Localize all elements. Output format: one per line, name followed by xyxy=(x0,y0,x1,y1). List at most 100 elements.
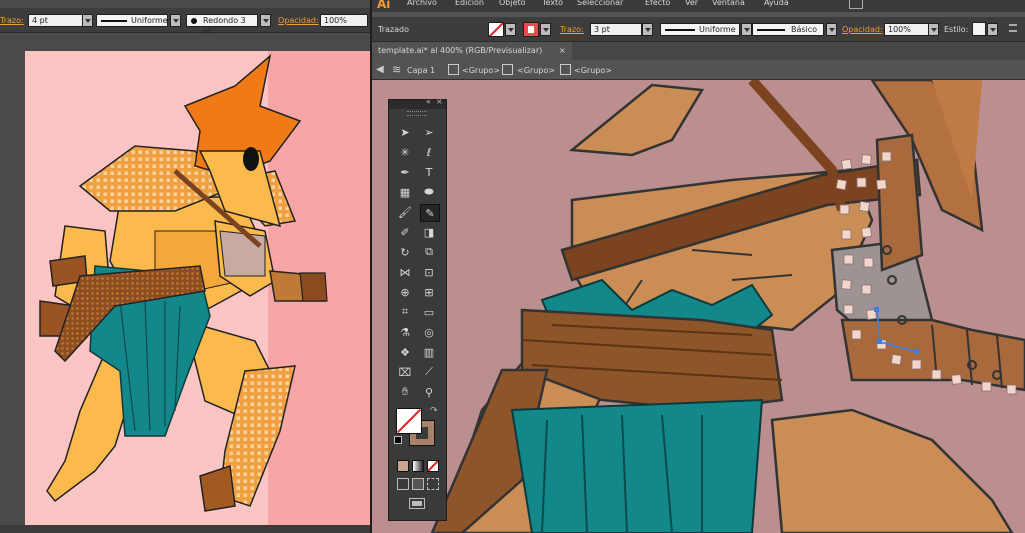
artboard-tool-icon[interactable]: ⌧ xyxy=(396,364,414,380)
direct-selection-tool-icon[interactable]: ➢ xyxy=(420,124,438,140)
opacity-label-right[interactable]: Opacidad: xyxy=(842,25,883,35)
eraser-tool-icon[interactable]: ◨ xyxy=(420,224,438,240)
default-colors-icon[interactable] xyxy=(394,436,402,444)
left-canvas[interactable] xyxy=(25,51,370,533)
line-segment-tool-icon[interactable]: ▦ xyxy=(396,184,414,200)
stroke-label[interactable]: Trazo: xyxy=(0,16,24,26)
tools-panel[interactable]: « × ➤ ➢ ✳ ℓ ✒ T ▦ ⬬ 🖌︎ ✎ ✐ ◨ ↻ ⧉ ⋈ ⊡ ⊕ ⊞… xyxy=(388,97,447,521)
gradient-mode-button[interactable] xyxy=(412,460,424,472)
variable-width-profile[interactable]: Uniforme xyxy=(96,14,168,27)
color-mode-button[interactable] xyxy=(397,460,409,472)
document-tab-bar: template.ai* al 400% (RGB/Previsualizar)… xyxy=(372,42,1025,60)
rotate-tool-icon[interactable]: ↻ xyxy=(396,244,414,260)
fill-stroke-widget[interactable]: ↷ xyxy=(394,406,440,450)
brush-dot xyxy=(191,18,197,24)
style-dropdown[interactable] xyxy=(987,23,998,36)
variable-width-profile-right[interactable]: Uniforme xyxy=(660,23,740,36)
left-control-bar: Trazo: 4 pt Uniforme Redondo 3 pt. Opaci… xyxy=(0,8,370,36)
tools-grip[interactable] xyxy=(407,111,427,116)
brush-definition-right[interactable]: Básico xyxy=(752,23,824,36)
screen-mode-icon[interactable] xyxy=(409,498,425,509)
symbol-sprayer-tool-icon[interactable]: ❖ xyxy=(396,344,414,360)
fill-color-box[interactable] xyxy=(396,408,422,434)
stroke-label-right[interactable]: Trazo: xyxy=(560,25,584,35)
free-transform-tool-icon[interactable]: ⊡ xyxy=(420,264,438,280)
style-swatch[interactable] xyxy=(972,22,986,36)
swap-colors-icon[interactable]: ↷ xyxy=(430,406,438,416)
menu-ventana[interactable]: Ventana xyxy=(712,0,745,8)
paintbrush-tool-icon[interactable]: 🖌︎ xyxy=(396,204,414,220)
magic-wand-tool-icon[interactable]: ✳ xyxy=(396,144,414,160)
stroke-swatch[interactable] xyxy=(523,22,539,37)
shape-builder-tool-icon[interactable]: ⊕ xyxy=(396,284,414,300)
none-slash-icon xyxy=(489,23,503,36)
stroke-weight-field[interactable]: 4 pt xyxy=(28,14,84,27)
fill-dropdown[interactable] xyxy=(505,23,516,36)
perspective-grid-tool-icon[interactable]: ⊞ xyxy=(420,284,438,300)
tools-panel-header[interactable]: « × xyxy=(389,97,446,109)
menu-objeto[interactable]: Objeto xyxy=(499,0,526,8)
menubar: Ai Archivo Edición Objeto Texto Seleccio… xyxy=(372,0,1025,12)
hand-tool-icon[interactable]: ✋︎ xyxy=(396,384,414,400)
breadcrumb-group-1[interactable]: <Grupo> xyxy=(462,66,500,76)
breadcrumb-group-2[interactable]: <Grupo> xyxy=(517,66,555,76)
scale-tool-icon[interactable]: ⧉ xyxy=(420,244,438,260)
lasso-tool-icon[interactable]: ℓ xyxy=(420,144,438,160)
right-canvas[interactable] xyxy=(372,80,1025,533)
screen-mode-inner xyxy=(412,501,422,506)
brush-dropdown[interactable] xyxy=(260,14,271,27)
breadcrumb-layer[interactable]: Capa 1 xyxy=(407,66,435,76)
selection-tool-icon[interactable]: ➤ xyxy=(396,124,414,140)
brush-line-right xyxy=(757,29,785,31)
menu-ayuda[interactable]: Ayuda xyxy=(764,0,789,8)
menu-efecto[interactable]: Efecto xyxy=(645,0,670,8)
arrange-documents-icon[interactable] xyxy=(849,0,863,9)
opacity-value: 100% xyxy=(324,16,347,25)
draw-behind-icon[interactable] xyxy=(412,478,424,490)
opacity-field-right[interactable]: 100% xyxy=(884,23,930,36)
brush-definition[interactable]: Redondo 3 pt. xyxy=(186,14,258,36)
document-tab-close[interactable]: × xyxy=(559,46,566,56)
stroke-dropdown[interactable] xyxy=(540,23,551,36)
zoom-tool-icon[interactable]: ⚲ xyxy=(420,384,438,400)
draw-normal-icon[interactable] xyxy=(397,478,409,490)
opacity-field[interactable]: 100% xyxy=(320,14,368,27)
opacity-label[interactable]: Opacidad: xyxy=(278,16,319,26)
type-tool-icon[interactable]: T xyxy=(420,164,438,180)
pen-tool-icon[interactable]: ✒ xyxy=(396,164,414,180)
menu-texto[interactable]: Texto xyxy=(542,0,563,8)
menu-edicion[interactable]: Edición xyxy=(455,0,484,8)
gradient-tool-icon[interactable]: ▭ xyxy=(420,304,438,320)
stroke-weight-dropdown[interactable] xyxy=(82,14,93,27)
none-mode-button[interactable] xyxy=(427,460,439,472)
right-control-bar: Trazado Trazo: 3 pt Uniforme Básico Opac… xyxy=(372,17,1025,42)
column-graph-tool-icon[interactable]: ▥ xyxy=(420,344,438,360)
stroke-swatch-inner xyxy=(528,26,534,33)
eyedropper-tool-icon[interactable]: ⚗ xyxy=(396,324,414,340)
stroke-weight-dropdown-right[interactable] xyxy=(642,23,653,36)
back-arrow-icon[interactable]: ◀ xyxy=(376,64,384,75)
collapse-icon[interactable]: « xyxy=(426,97,431,106)
stroke-weight-value: 4 pt xyxy=(32,16,48,25)
fill-swatch[interactable] xyxy=(488,22,504,37)
stroke-weight-field-right[interactable]: 3 pt xyxy=(590,23,642,36)
opacity-dropdown-right[interactable] xyxy=(928,23,939,36)
menu-ver[interactable]: Ver xyxy=(685,0,698,8)
width-tool-icon[interactable]: ⋈ xyxy=(396,264,414,280)
profile-dropdown[interactable] xyxy=(170,14,181,27)
brush-dropdown-right[interactable] xyxy=(826,23,837,36)
menu-archivo[interactable]: Archivo xyxy=(407,0,437,8)
panel-menu-icon[interactable] xyxy=(1009,24,1017,32)
pencil-tool-icon[interactable]: ✎ xyxy=(420,204,440,222)
blend-tool-icon[interactable]: ◎ xyxy=(420,324,438,340)
slice-tool-icon[interactable]: ⟋ xyxy=(420,364,438,380)
blob-brush-tool-icon[interactable]: ✐ xyxy=(396,224,414,240)
profile-dropdown-right[interactable] xyxy=(741,23,752,36)
document-tab[interactable]: template.ai* al 400% (RGB/Previsualizar)… xyxy=(372,42,572,60)
breadcrumb-group-3[interactable]: <Grupo> xyxy=(574,66,612,76)
draw-inside-icon[interactable] xyxy=(427,478,439,490)
ellipse-tool-icon[interactable]: ⬬ xyxy=(420,184,438,200)
mesh-tool-icon[interactable]: ⌗ xyxy=(396,304,414,320)
close-panel-icon[interactable]: × xyxy=(436,97,443,106)
menu-seleccionar[interactable]: Seleccionar xyxy=(577,0,623,8)
